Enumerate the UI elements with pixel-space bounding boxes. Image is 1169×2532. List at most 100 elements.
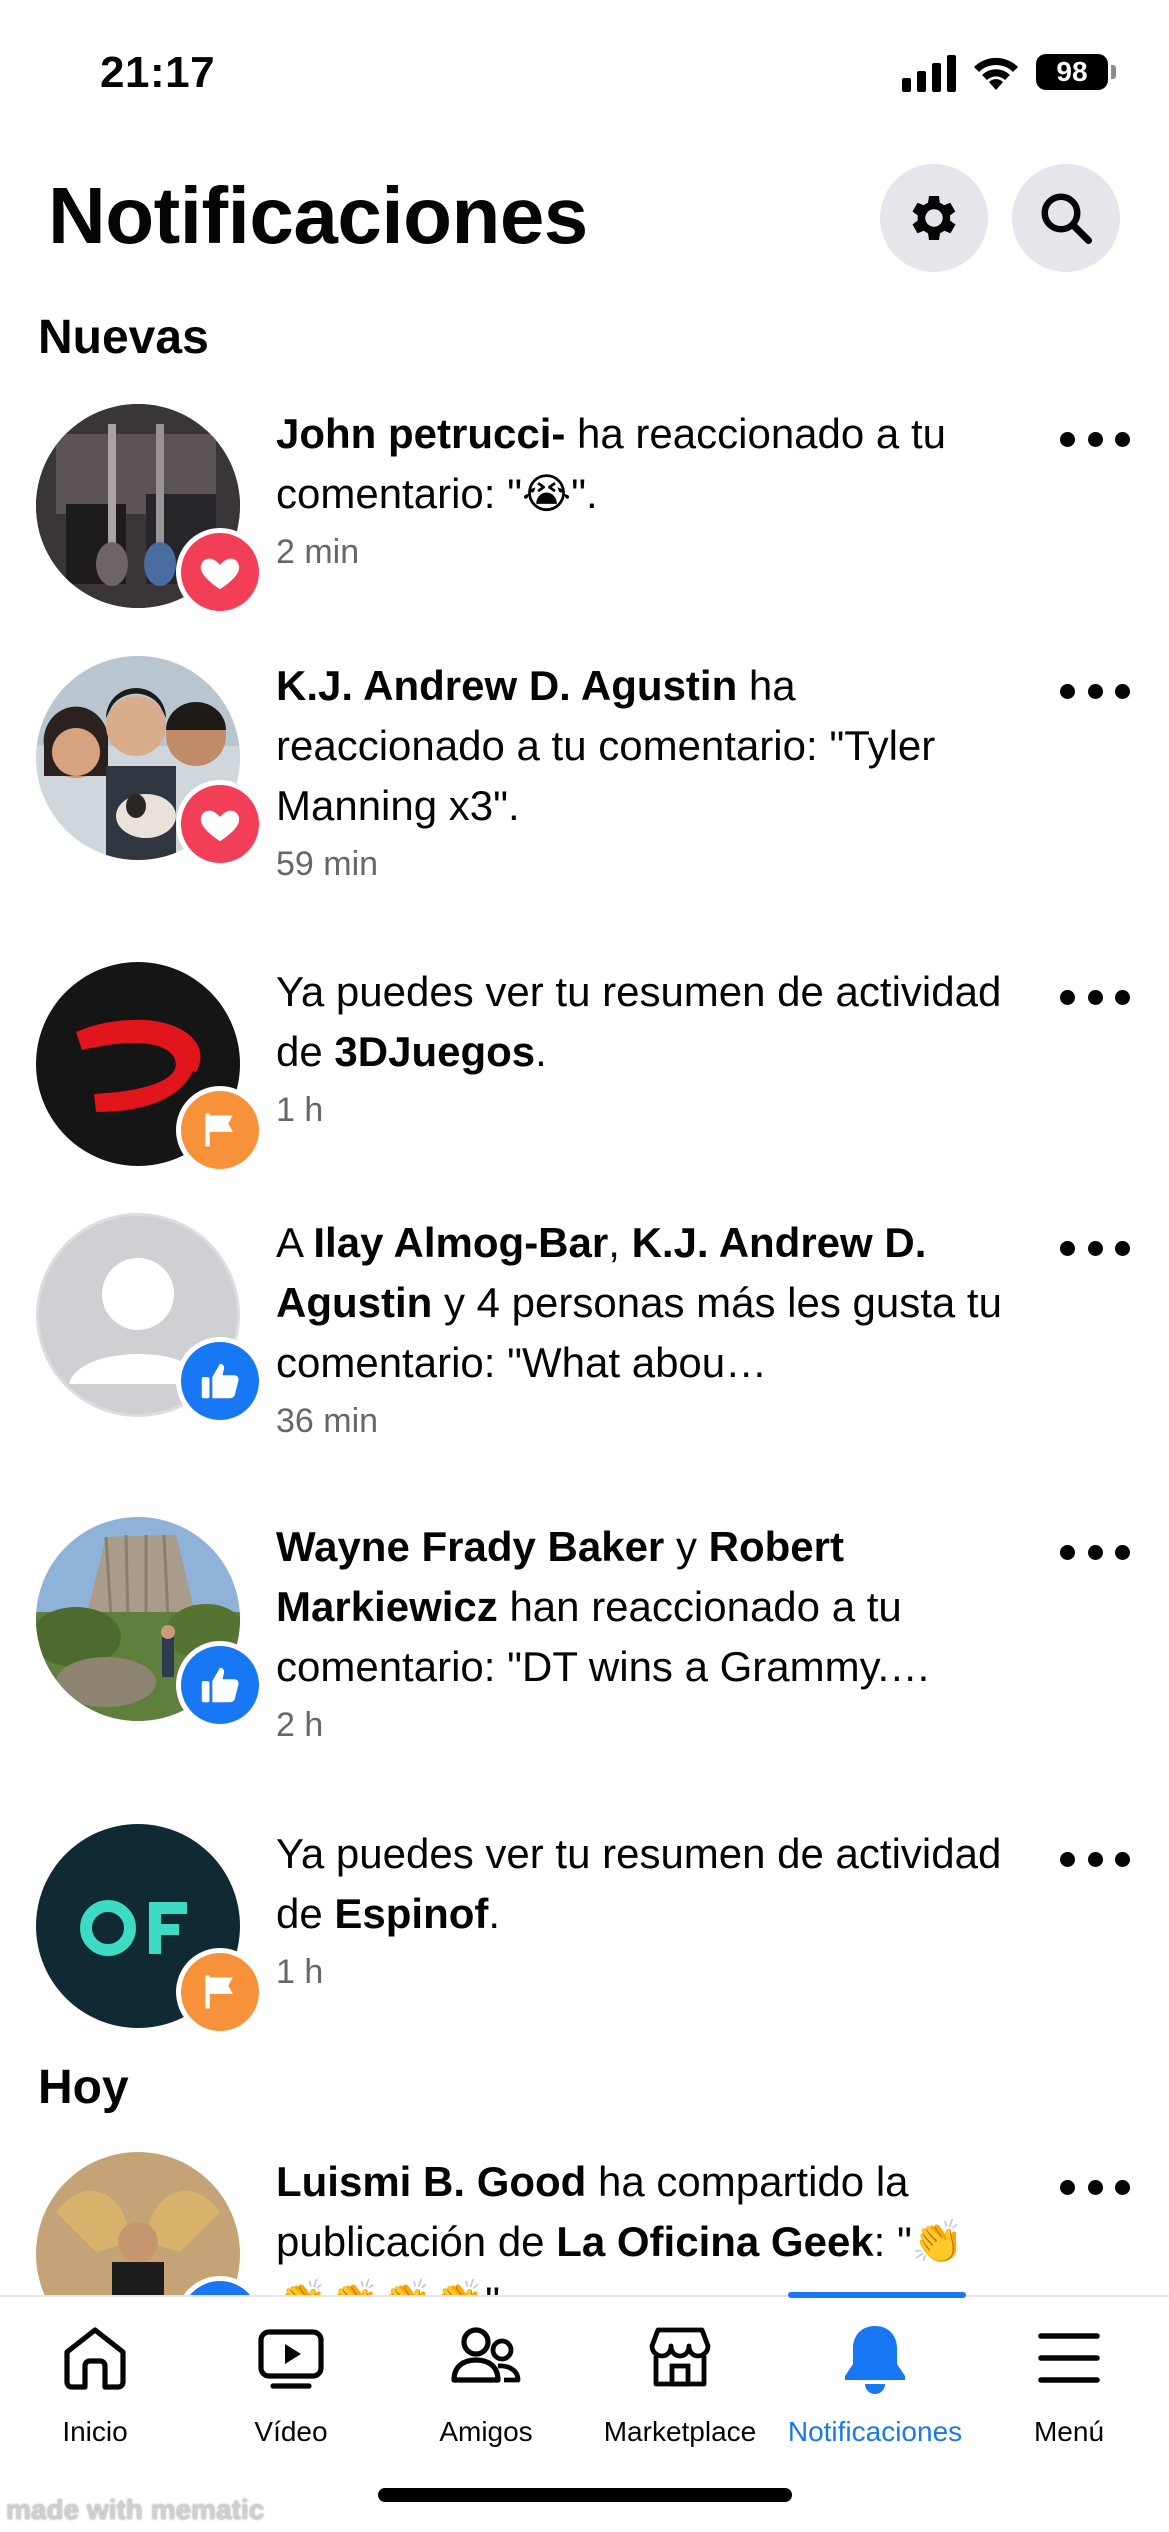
notification-item[interactable]: Ya puedes ver tu resumen de actividad de…: [0, 1824, 1169, 2036]
more-options-button[interactable]: [1060, 1537, 1130, 1567]
page-title: Notificaciones: [48, 171, 588, 260]
notification-time: 1 h: [276, 1953, 324, 1991]
notification-time: 2 h: [276, 1706, 324, 1744]
active-tab-indicator: [788, 2292, 966, 2298]
notification-name[interactable]: 3DJuegos: [334, 1028, 535, 1075]
notification-message: Ya puedes ver tu resumen de actividad de…: [276, 1830, 1001, 1937]
tab-menu[interactable]: Menú: [972, 2318, 1166, 2448]
friends-icon: [451, 2327, 521, 2383]
notification-name[interactable]: Ilay Almog-Bar: [313, 1219, 608, 1266]
flag-icon: [205, 1113, 233, 1147]
page-flag-badge: [176, 1948, 264, 2036]
notification-segment: ,: [608, 1219, 632, 1266]
tab-friends[interactable]: Amigos: [389, 2318, 583, 2448]
search-button[interactable]: [1012, 164, 1120, 272]
love-reaction-badge: [176, 528, 264, 616]
home-icon: [64, 2327, 126, 2390]
more-options-button[interactable]: [1060, 676, 1130, 706]
video-icon: [258, 2329, 324, 2389]
like-reaction-badge: [176, 1641, 264, 1729]
more-options-button[interactable]: [1060, 424, 1130, 454]
tab-marketplace[interactable]: Marketplace: [583, 2318, 777, 2448]
notification-name[interactable]: Luismi B. Good: [276, 2158, 586, 2205]
status-bar: 21:17 98: [0, 0, 1169, 150]
marketplace-icon: [649, 2327, 711, 2387]
thumbs-up-icon: [201, 1667, 239, 1703]
battery-indicator: 98: [1036, 54, 1108, 90]
heart-icon: [200, 810, 240, 842]
notification-segment: .: [488, 1890, 501, 1937]
notification-message: A Ilay Almog-Bar, K.J. Andrew D. Agustin…: [276, 1219, 1002, 1386]
love-reaction-badge: [176, 780, 264, 868]
section-title-today: Hoy: [38, 2061, 129, 2114]
tab-label: Marketplace: [603, 2416, 757, 2447]
tab-label: Amigos: [439, 2416, 533, 2447]
tab-notifications[interactable]: Notificaciones: [778, 2318, 972, 2448]
bell-icon: [845, 2326, 905, 2394]
more-options-button[interactable]: [1060, 1844, 1130, 1874]
notification-item[interactable]: Luismi B. Good ha compartido la publicac…: [0, 2152, 1169, 2302]
notification-message: K.J. Andrew D. Agustin ha reaccionado a …: [276, 662, 935, 829]
page-flag-badge: [176, 1086, 264, 1174]
heart-icon: [200, 558, 240, 590]
notification-item[interactable]: A Ilay Almog-Bar, K.J. Andrew D. Agustin…: [0, 1213, 1169, 1443]
notification-text: Luismi B. Good ha compartido la publicac…: [276, 2152, 1016, 2302]
notification-name[interactable]: K.J. Andrew D. Agustin: [276, 662, 737, 709]
notification-text: A Ilay Almog-Bar, K.J. Andrew D. Agustin…: [276, 1213, 1016, 1449]
more-options-button[interactable]: [1060, 982, 1130, 1012]
avatar-wrap: [36, 1213, 264, 1425]
avatar-wrap: [36, 656, 264, 868]
notification-text: Ya puedes ver tu resumen de actividad de…: [276, 962, 1016, 1138]
notification-message: Wayne Frady Baker y Robert Markiewicz ha…: [276, 1523, 931, 1690]
tab-label: Inicio: [62, 2416, 128, 2447]
notification-text: K.J. Andrew D. Agustin ha reaccionado a …: [276, 656, 1016, 892]
flag-icon: [205, 1975, 233, 2009]
notification-text: Ya puedes ver tu resumen de actividad de…: [276, 1824, 1016, 2000]
notification-time: 59 min: [276, 845, 379, 883]
notification-item[interactable]: K.J. Andrew D. Agustin ha reaccionado a …: [0, 656, 1169, 883]
notification-text: John petrucci- ha reaccionado a tu comen…: [276, 404, 1016, 580]
notification-item[interactable]: Wayne Frady Baker y Robert Markiewicz ha…: [0, 1517, 1169, 1747]
notification-item[interactable]: John petrucci- ha reaccionado a tu comen…: [0, 404, 1169, 616]
notification-segment: .: [535, 1028, 547, 1075]
avatar-wrap: [36, 404, 264, 616]
more-options-button[interactable]: [1060, 1233, 1130, 1263]
avatar-wrap: [36, 962, 264, 1174]
search-icon: [1041, 193, 1092, 244]
avatar-wrap: [36, 1824, 264, 2036]
cellular-signal-icon: [902, 52, 956, 92]
tab-label: Notificaciones: [787, 2416, 963, 2447]
notification-time: 1 h: [276, 1091, 324, 1129]
notification-name[interactable]: Wayne Frady Baker: [276, 1523, 664, 1570]
tab-video[interactable]: Vídeo: [194, 2318, 388, 2448]
notification-segment: y: [664, 1523, 709, 1570]
notification-segment: A: [276, 1219, 314, 1266]
notification-item[interactable]: Ya puedes ver tu resumen de actividad de…: [0, 962, 1169, 1174]
notification-text: Wayne Frady Baker y Robert Markiewicz ha…: [276, 1517, 1016, 1753]
thumbs-up-icon: [201, 1363, 239, 1399]
home-indicator: [378, 2488, 792, 2502]
tab-label: Vídeo: [254, 2416, 328, 2447]
gear-icon: [912, 196, 956, 240]
notification-message: Ya puedes ver tu resumen de actividad de…: [276, 968, 1001, 1075]
notification-message: John petrucci- ha reaccionado a tu comen…: [276, 410, 946, 517]
notification-time: 36 min: [276, 1402, 379, 1440]
wifi-icon: [974, 57, 1018, 90]
menu-icon: [1038, 2333, 1100, 2383]
notification-message: Luismi B. Good ha compartido la publicac…: [276, 2158, 964, 2302]
settings-button[interactable]: [880, 164, 988, 272]
section-title-new: Nuevas: [38, 311, 209, 364]
notification-name[interactable]: La Oficina Geek: [556, 2218, 873, 2265]
notification-time: 2 min: [276, 533, 360, 571]
tab-label: Menú: [1033, 2416, 1105, 2447]
tab-home[interactable]: Inicio: [0, 2318, 192, 2448]
avatar-wrap: [36, 2152, 264, 2302]
more-options-button[interactable]: [1060, 2172, 1130, 2202]
battery-nub: [1111, 65, 1116, 79]
notification-name[interactable]: Espinof: [334, 1890, 488, 1937]
like-reaction-badge: [176, 1337, 264, 1425]
avatar-wrap: [36, 1517, 264, 1729]
notification-name[interactable]: John petrucci-: [276, 410, 565, 457]
watermark: made with mematic: [6, 2494, 265, 2525]
status-time: 21:17: [100, 48, 216, 97]
